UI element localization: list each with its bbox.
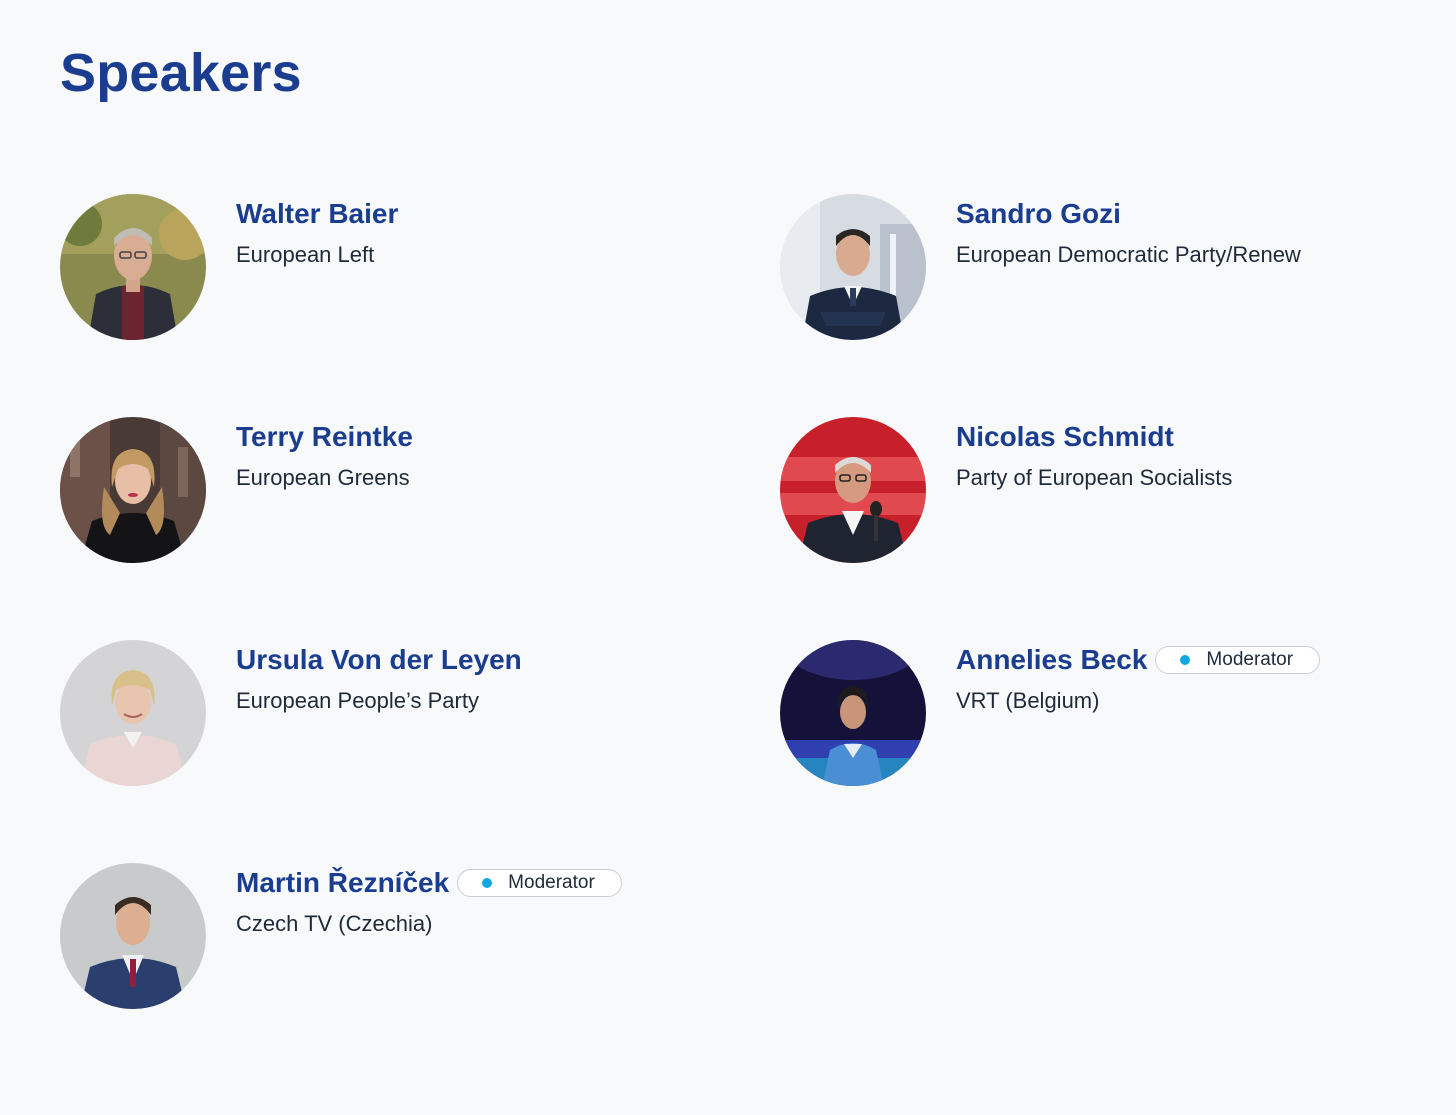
speaker-photo — [60, 863, 206, 1009]
speaker-info: Martin Řezníček Moderator Czech TV (Czec… — [236, 863, 622, 939]
page-title: Speakers — [60, 43, 302, 103]
speaker-card[interactable]: Martin Řezníček Moderator Czech TV (Czec… — [60, 863, 780, 1086]
speaker-name[interactable]: Ursula Von der Leyen — [236, 642, 522, 678]
speaker-name[interactable]: Nicolas Schmidt — [956, 419, 1174, 455]
avatar[interactable] — [60, 640, 206, 786]
speaker-info: Sandro Gozi European Democratic Party/Re… — [956, 194, 1301, 270]
moderator-badge: Moderator — [457, 869, 622, 897]
name-row: Annelies Beck Moderator — [956, 642, 1321, 678]
name-row: Sandro Gozi — [956, 196, 1301, 232]
speaker-organization: Czech TV (Czechia) — [236, 911, 433, 936]
speaker-organization: Party of European Socialists — [956, 465, 1233, 490]
speaker-info: Annelies Beck Moderator VRT (Belgium) — [956, 640, 1321, 716]
name-row: Walter Baier — [236, 196, 398, 232]
speaker-info: Ursula Von der Leyen European People’s P… — [236, 640, 522, 716]
speaker-card[interactable]: Nicolas Schmidt Party of European Social… — [780, 417, 1420, 640]
speaker-photo — [60, 417, 206, 563]
speaker-organization: European Democratic Party/Renew — [956, 242, 1301, 267]
avatar[interactable] — [60, 863, 206, 1009]
speaker-card[interactable]: Terry Reintke European Greens — [60, 417, 780, 640]
speaker-photo — [60, 640, 206, 786]
speaker-photo — [780, 417, 926, 563]
avatar[interactable] — [60, 417, 206, 563]
speaker-name[interactable]: Terry Reintke — [236, 419, 413, 455]
speaker-name[interactable]: Walter Baier — [236, 196, 398, 232]
speaker-card[interactable]: Sandro Gozi European Democratic Party/Re… — [780, 194, 1420, 417]
name-row: Nicolas Schmidt — [956, 419, 1232, 455]
speaker-photo — [780, 640, 926, 786]
speaker-organization: VRT (Belgium) — [956, 688, 1100, 713]
speaker-name[interactable]: Annelies Beck — [956, 642, 1147, 678]
name-row: Martin Řezníček Moderator — [236, 865, 622, 901]
badge-label: Moderator — [1206, 649, 1294, 670]
avatar[interactable] — [60, 194, 206, 340]
speaker-organization: European Left — [236, 242, 375, 267]
speaker-info: Walter Baier European Left — [236, 194, 398, 270]
speaker-info: Terry Reintke European Greens — [236, 417, 413, 493]
speaker-organization: European People’s Party — [236, 688, 479, 713]
speaker-info: Nicolas Schmidt Party of European Social… — [956, 417, 1232, 493]
speakers-grid: Walter Baier European Left Sandro Gozi E… — [60, 194, 1440, 1086]
status-dot-icon — [482, 878, 493, 888]
speaker-name[interactable]: Martin Řezníček — [236, 865, 449, 901]
avatar[interactable] — [780, 640, 926, 786]
moderator-badge: Moderator — [1155, 646, 1321, 674]
speaker-photo — [780, 194, 926, 340]
avatar[interactable] — [780, 417, 926, 563]
speaker-organization: European Greens — [236, 465, 410, 490]
speaker-card[interactable]: Ursula Von der Leyen European People’s P… — [60, 640, 780, 863]
name-row: Ursula Von der Leyen — [236, 642, 522, 678]
speaker-card[interactable]: Annelies Beck Moderator VRT (Belgium) — [780, 640, 1420, 863]
name-row: Terry Reintke — [236, 419, 413, 455]
badge-label: Moderator — [508, 872, 595, 893]
avatar[interactable] — [780, 194, 926, 340]
speaker-card[interactable]: Walter Baier European Left — [60, 194, 780, 417]
speaker-photo — [60, 194, 206, 340]
status-dot-icon — [1180, 655, 1191, 665]
speaker-name[interactable]: Sandro Gozi — [956, 196, 1121, 232]
